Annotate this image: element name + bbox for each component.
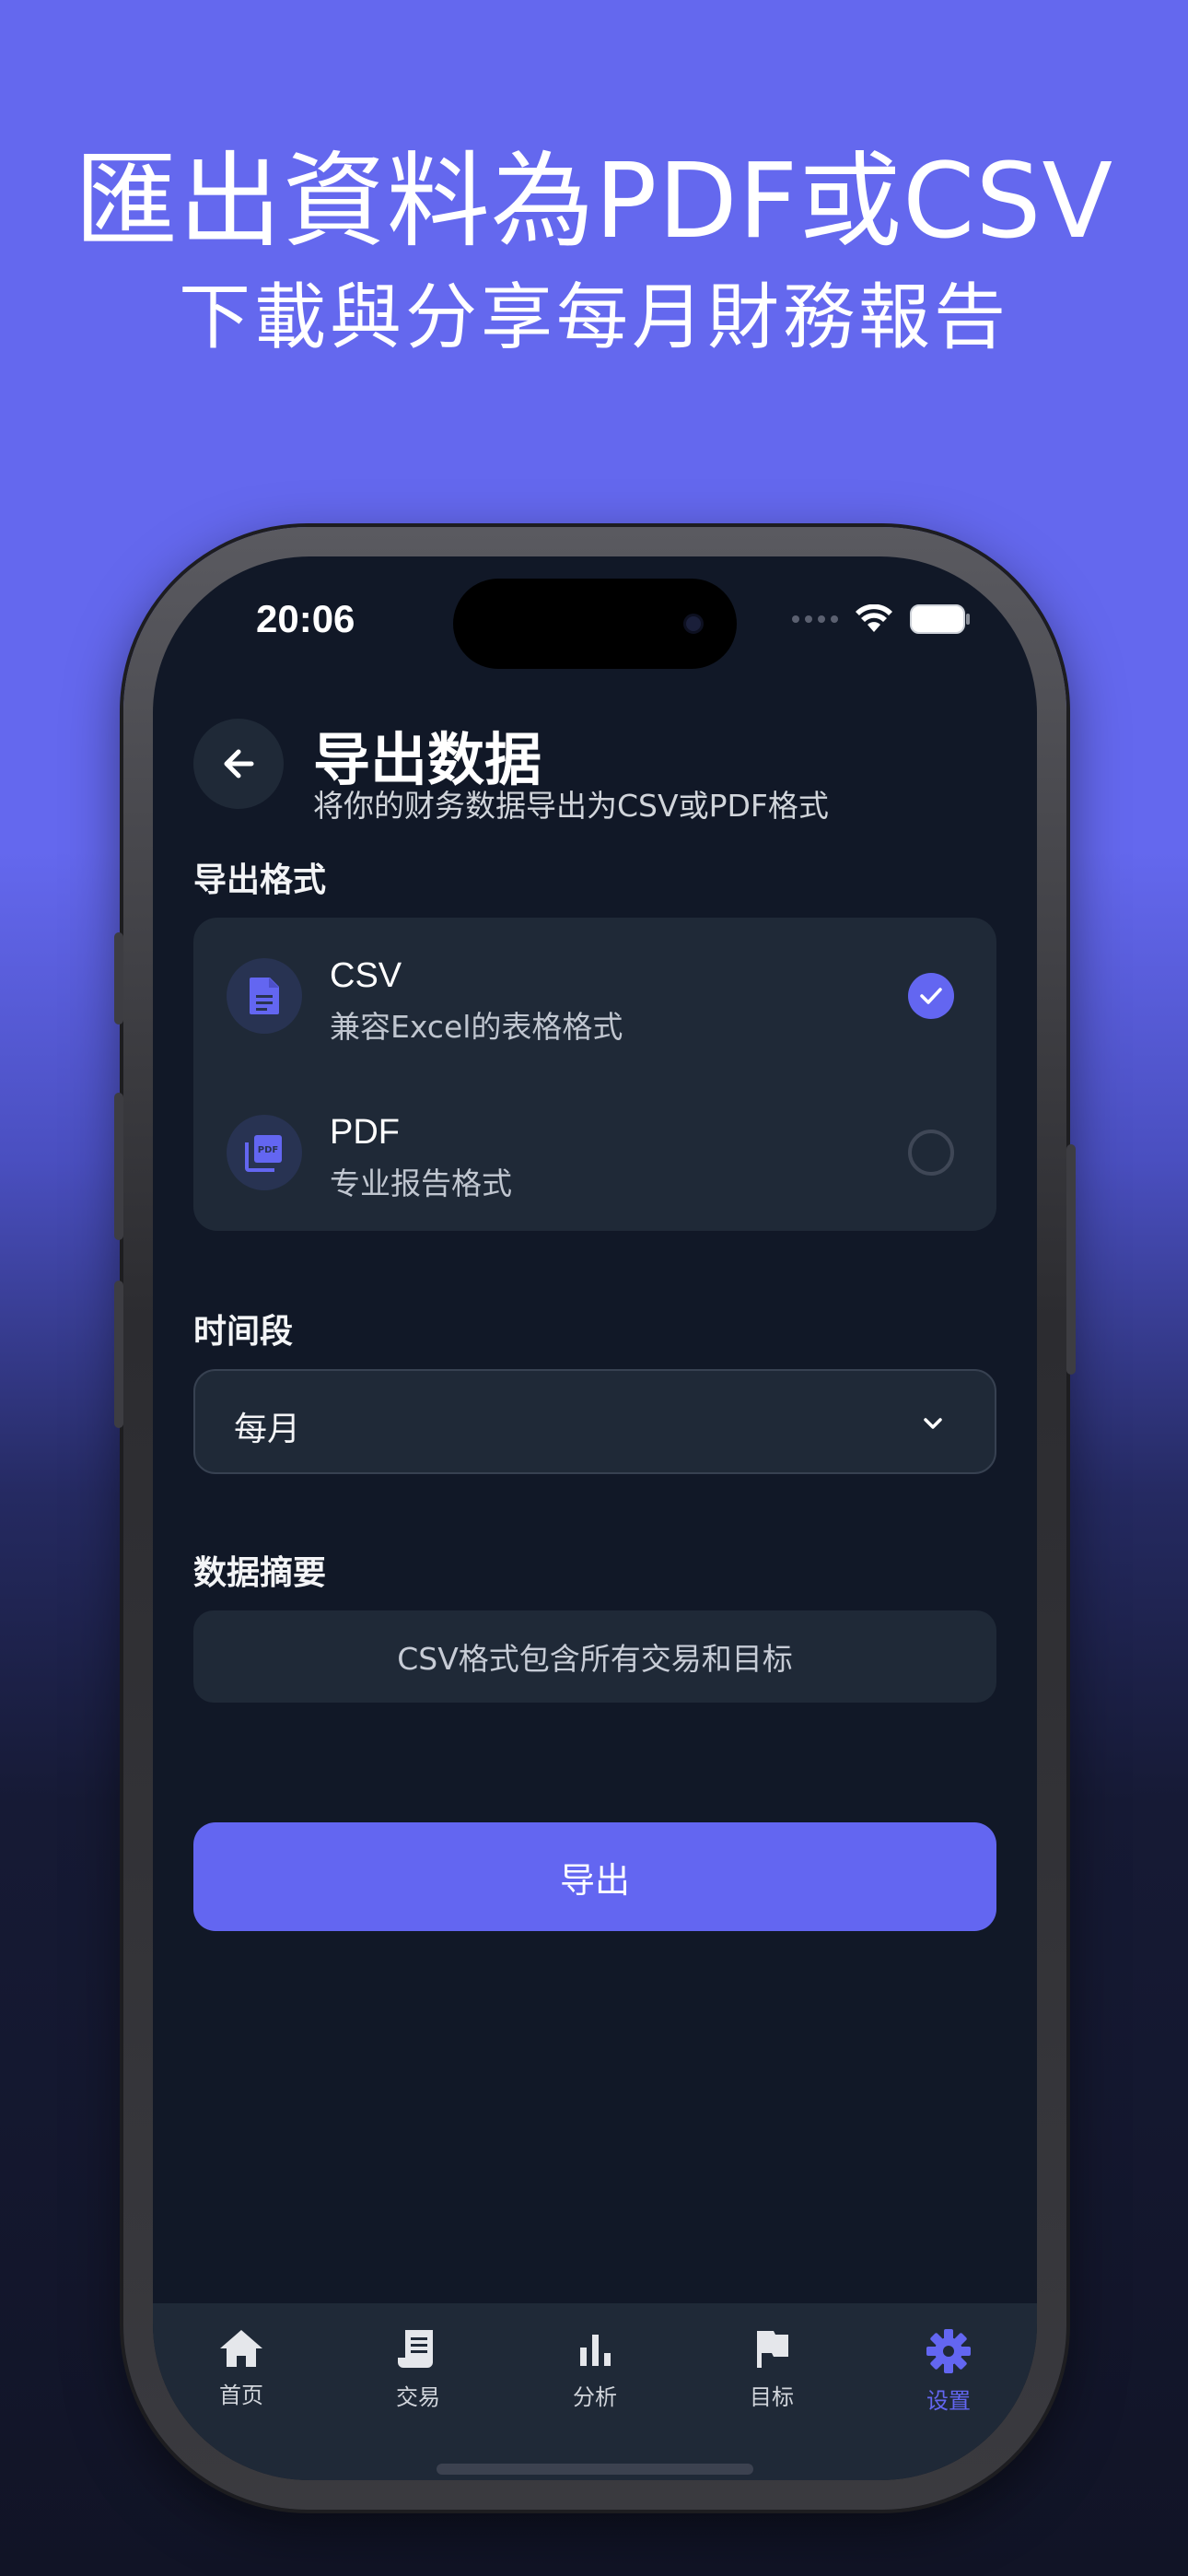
battery-icon	[910, 604, 970, 634]
flag-icon	[757, 2331, 788, 2368]
tab-transactions[interactable]: 交易	[330, 2327, 507, 2419]
gear-icon	[926, 2329, 971, 2373]
radio-checked[interactable]	[908, 973, 954, 1019]
camera-icon	[683, 614, 704, 634]
tab-analysis[interactable]: 分析	[507, 2327, 683, 2419]
wifi-icon	[856, 604, 892, 632]
format-name: PDF	[330, 1113, 400, 1152]
receipt-icon	[398, 2330, 433, 2368]
period-select[interactable]: 每月	[193, 1369, 996, 1474]
tab-label: 分析	[573, 2384, 617, 2410]
bar-chart-icon	[580, 2335, 611, 2366]
summary-section-label: 数据摘要	[193, 1554, 327, 1592]
home-icon	[220, 2330, 262, 2367]
period-selected-value: 每月	[234, 1411, 301, 1448]
radio-unchecked[interactable]	[908, 1130, 954, 1176]
app-screen: 20:06 导出数据 将你的财务数据导出为CSV或PDF格式 导出格式 CSV …	[153, 556, 1037, 2480]
tab-bar: 首页 交易 分析 目标 设置	[153, 2303, 1037, 2480]
phone-action-button	[114, 932, 123, 1025]
document-icon	[227, 958, 302, 1034]
status-time: 20:06	[256, 597, 355, 640]
tab-goals[interactable]: 目标	[683, 2327, 860, 2419]
format-description: 专业报告格式	[330, 1165, 512, 1201]
period-section-label: 时间段	[193, 1313, 294, 1351]
home-indicator	[437, 2464, 753, 2475]
summary-text: CSV格式包含所有交易和目标	[193, 1610, 996, 1703]
tab-label: 交易	[396, 2384, 440, 2410]
tab-label: 设置	[926, 2388, 971, 2414]
back-button[interactable]	[193, 719, 284, 809]
tab-label: 首页	[219, 2383, 263, 2408]
format-section-label: 导出格式	[193, 861, 327, 899]
check-icon	[920, 988, 942, 1004]
phone-volume-up-button	[114, 1093, 123, 1240]
dynamic-island	[453, 579, 737, 669]
phone-power-button	[1066, 1144, 1076, 1375]
tab-home[interactable]: 首页	[153, 2327, 330, 2419]
format-description: 兼容Excel的表格格式	[330, 1009, 623, 1045]
arrow-left-icon	[224, 749, 254, 779]
format-name: CSV	[330, 956, 402, 995]
chevron-down-icon	[924, 1418, 942, 1429]
phone-volume-down-button	[114, 1281, 123, 1428]
promo-title: 匯出資料為PDF或CSV	[74, 142, 1114, 262]
export-button[interactable]: 导出	[193, 1822, 996, 1931]
format-card: CSV 兼容Excel的表格格式 PDF PDF 专业报告格式	[193, 918, 996, 1231]
tab-settings[interactable]: 设置	[860, 2327, 1037, 2419]
status-icons	[792, 604, 971, 634]
format-option-pdf[interactable]: PDF PDF 专业报告格式	[193, 1074, 996, 1231]
page-subtitle: 将你的财务数据导出为CSV或PDF格式	[313, 788, 829, 824]
promo-subtitle: 下載與分享每月財務報告	[178, 276, 1009, 359]
signal-dots-icon	[792, 615, 838, 623]
pdf-icon: PDF	[227, 1115, 302, 1190]
format-option-csv[interactable]: CSV 兼容Excel的表格格式	[193, 918, 996, 1074]
tab-label: 目标	[750, 2384, 794, 2410]
svg-text:PDF: PDF	[258, 1145, 278, 1155]
